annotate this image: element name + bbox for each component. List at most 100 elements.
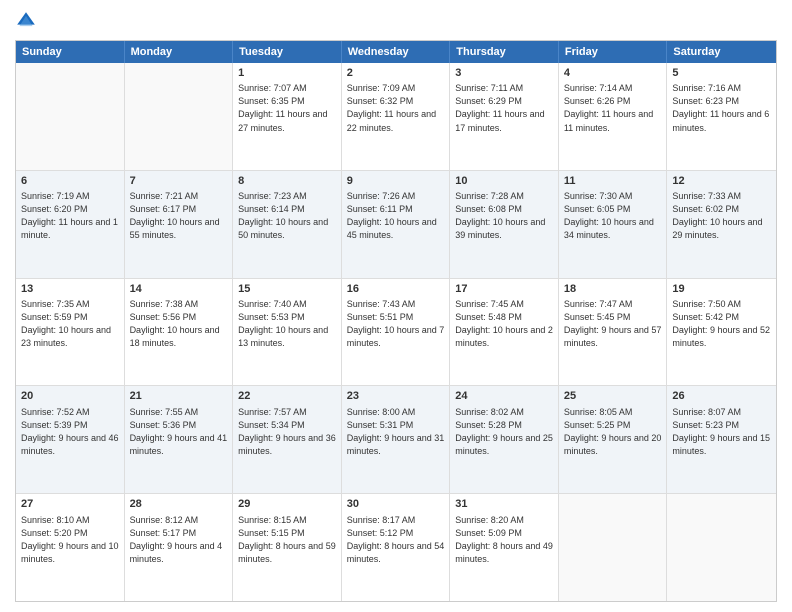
day-number: 25 — [564, 389, 662, 404]
calendar-cell: 16Sunrise: 7:43 AM Sunset: 5:51 PM Dayli… — [342, 279, 451, 386]
day-number: 13 — [21, 282, 119, 297]
cell-info: Sunrise: 7:35 AM Sunset: 5:59 PM Dayligh… — [21, 298, 119, 350]
header-day-monday: Monday — [125, 41, 234, 63]
day-number: 8 — [238, 174, 336, 189]
header-day-tuesday: Tuesday — [233, 41, 342, 63]
day-number: 6 — [21, 174, 119, 189]
day-number: 26 — [672, 389, 771, 404]
day-number: 1 — [238, 66, 336, 81]
cell-info: Sunrise: 8:05 AM Sunset: 5:25 PM Dayligh… — [564, 406, 662, 458]
calendar-cell: 26 Sunrise: 8:07 AM Sunset: 5:23 PM Dayli… — [667, 386, 776, 493]
calendar-cell: 1Sunrise: 7:07 AM Sunset: 6:35 PM Daylig… — [233, 63, 342, 170]
calendar-cell: 22 Sunrise: 7:57 AM Sunset: 5:34 PM Dayli… — [233, 386, 342, 493]
day-number: 18 — [564, 282, 662, 297]
calendar-body: 1Sunrise: 7:07 AM Sunset: 6:35 PM Daylig… — [16, 63, 776, 601]
day-number: 11 — [564, 174, 662, 189]
calendar-cell: 15Sunrise: 7:40 AM Sunset: 5:53 PM Dayli… — [233, 279, 342, 386]
day-number: 24 — [455, 389, 553, 404]
calendar-cell: 6Sunrise: 7:19 AM Sunset: 6:20 PM Daylig… — [16, 171, 125, 278]
cell-info: Sunrise: 7:28 AM Sunset: 6:08 PM Dayligh… — [455, 190, 553, 242]
day-number: 3 — [455, 66, 553, 81]
calendar-week-4: 20 Sunrise: 7:52 AM Sunset: 5:39 PM Dayli… — [16, 386, 776, 494]
calendar-cell: 17Sunrise: 7:45 AM Sunset: 5:48 PM Dayli… — [450, 279, 559, 386]
calendar-cell: 12Sunrise: 7:33 AM Sunset: 6:02 PM Dayli… — [667, 171, 776, 278]
cell-info: Sunrise: 7:45 AM Sunset: 5:48 PM Dayligh… — [455, 298, 553, 350]
day-number: 20 — [21, 389, 119, 404]
calendar-cell: 31 Sunrise: 8:20 AM Sunset: 5:09 PM Dayli… — [450, 494, 559, 601]
calendar-cell — [16, 63, 125, 170]
calendar-page: SundayMondayTuesdayWednesdayThursdayFrid… — [0, 0, 792, 612]
cell-info: Sunrise: 7:47 AM Sunset: 5:45 PM Dayligh… — [564, 298, 662, 350]
cell-info: Sunrise: 7:11 AM Sunset: 6:29 PM Dayligh… — [455, 82, 553, 134]
calendar-cell: 13Sunrise: 7:35 AM Sunset: 5:59 PM Dayli… — [16, 279, 125, 386]
cell-info: Sunrise: 8:12 AM Sunset: 5:17 PM Dayligh… — [130, 514, 228, 566]
calendar-cell: 4Sunrise: 7:14 AM Sunset: 6:26 PM Daylig… — [559, 63, 668, 170]
cell-info: Sunrise: 7:21 AM Sunset: 6:17 PM Dayligh… — [130, 190, 228, 242]
day-number: 17 — [455, 282, 553, 297]
cell-info: Sunrise: 8:00 AM Sunset: 5:31 PM Dayligh… — [347, 406, 445, 458]
calendar-week-5: 27 Sunrise: 8:10 AM Sunset: 5:20 PM Dayli… — [16, 494, 776, 601]
calendar-cell: 20 Sunrise: 7:52 AM Sunset: 5:39 PM Dayli… — [16, 386, 125, 493]
logo — [15, 10, 41, 32]
day-number: 15 — [238, 282, 336, 297]
cell-info: Sunrise: 7:33 AM Sunset: 6:02 PM Dayligh… — [672, 190, 771, 242]
cell-info: Sunrise: 7:26 AM Sunset: 6:11 PM Dayligh… — [347, 190, 445, 242]
day-number: 22 — [238, 389, 336, 404]
cell-info: Sunrise: 7:55 AM Sunset: 5:36 PM Dayligh… — [130, 406, 228, 458]
cell-info: Sunrise: 7:30 AM Sunset: 6:05 PM Dayligh… — [564, 190, 662, 242]
calendar-cell: 8Sunrise: 7:23 AM Sunset: 6:14 PM Daylig… — [233, 171, 342, 278]
cell-info: Sunrise: 7:09 AM Sunset: 6:32 PM Dayligh… — [347, 82, 445, 134]
cell-info: Sunrise: 7:50 AM Sunset: 5:42 PM Dayligh… — [672, 298, 771, 350]
cell-info: Sunrise: 8:02 AM Sunset: 5:28 PM Dayligh… — [455, 406, 553, 458]
day-number: 16 — [347, 282, 445, 297]
cell-info: Sunrise: 7:52 AM Sunset: 5:39 PM Dayligh… — [21, 406, 119, 458]
day-number: 14 — [130, 282, 228, 297]
cell-info: Sunrise: 7:23 AM Sunset: 6:14 PM Dayligh… — [238, 190, 336, 242]
cell-info: Sunrise: 8:07 AM Sunset: 5:23 PM Dayligh… — [672, 406, 771, 458]
cell-info: Sunrise: 8:20 AM Sunset: 5:09 PM Dayligh… — [455, 514, 553, 566]
cell-info: Sunrise: 8:10 AM Sunset: 5:20 PM Dayligh… — [21, 514, 119, 566]
calendar-cell: 18Sunrise: 7:47 AM Sunset: 5:45 PM Dayli… — [559, 279, 668, 386]
cell-info: Sunrise: 7:38 AM Sunset: 5:56 PM Dayligh… — [130, 298, 228, 350]
cell-info: Sunrise: 7:57 AM Sunset: 5:34 PM Dayligh… — [238, 406, 336, 458]
cell-info: Sunrise: 8:17 AM Sunset: 5:12 PM Dayligh… — [347, 514, 445, 566]
cell-info: Sunrise: 7:43 AM Sunset: 5:51 PM Dayligh… — [347, 298, 445, 350]
day-number: 31 — [455, 497, 553, 512]
day-number: 10 — [455, 174, 553, 189]
day-number: 28 — [130, 497, 228, 512]
calendar-cell: 5Sunrise: 7:16 AM Sunset: 6:23 PM Daylig… — [667, 63, 776, 170]
calendar-cell — [125, 63, 234, 170]
calendar-cell: 10Sunrise: 7:28 AM Sunset: 6:08 PM Dayli… — [450, 171, 559, 278]
day-number: 27 — [21, 497, 119, 512]
header-day-wednesday: Wednesday — [342, 41, 451, 63]
calendar-cell: 7Sunrise: 7:21 AM Sunset: 6:17 PM Daylig… — [125, 171, 234, 278]
calendar-cell: 28 Sunrise: 8:12 AM Sunset: 5:17 PM Dayli… — [125, 494, 234, 601]
cell-info: Sunrise: 8:15 AM Sunset: 5:15 PM Dayligh… — [238, 514, 336, 566]
header-day-sunday: Sunday — [16, 41, 125, 63]
cell-info: Sunrise: 7:19 AM Sunset: 6:20 PM Dayligh… — [21, 190, 119, 242]
day-number: 12 — [672, 174, 771, 189]
calendar-cell: 30Sunrise: 8:17 AM Sunset: 5:12 PM Dayli… — [342, 494, 451, 601]
calendar-week-2: 6Sunrise: 7:19 AM Sunset: 6:20 PM Daylig… — [16, 171, 776, 279]
calendar-cell: 3Sunrise: 7:11 AM Sunset: 6:29 PM Daylig… — [450, 63, 559, 170]
header-day-saturday: Saturday — [667, 41, 776, 63]
calendar-cell: 19Sunrise: 7:50 AM Sunset: 5:42 PM Dayli… — [667, 279, 776, 386]
calendar-cell: 25 Sunrise: 8:05 AM Sunset: 5:25 PM Dayli… — [559, 386, 668, 493]
day-number: 21 — [130, 389, 228, 404]
calendar-cell: 27 Sunrise: 8:10 AM Sunset: 5:20 PM Dayli… — [16, 494, 125, 601]
header-day-thursday: Thursday — [450, 41, 559, 63]
day-number: 2 — [347, 66, 445, 81]
calendar-week-3: 13Sunrise: 7:35 AM Sunset: 5:59 PM Dayli… — [16, 279, 776, 387]
day-number: 29 — [238, 497, 336, 512]
day-number: 5 — [672, 66, 771, 81]
calendar-header-row: SundayMondayTuesdayWednesdayThursdayFrid… — [16, 41, 776, 63]
calendar-cell: 23Sunrise: 8:00 AM Sunset: 5:31 PM Dayli… — [342, 386, 451, 493]
calendar-cell: 11Sunrise: 7:30 AM Sunset: 6:05 PM Dayli… — [559, 171, 668, 278]
day-number: 9 — [347, 174, 445, 189]
cell-info: Sunrise: 7:07 AM Sunset: 6:35 PM Dayligh… — [238, 82, 336, 134]
day-number: 19 — [672, 282, 771, 297]
calendar-cell: 2Sunrise: 7:09 AM Sunset: 6:32 PM Daylig… — [342, 63, 451, 170]
cell-info: Sunrise: 7:14 AM Sunset: 6:26 PM Dayligh… — [564, 82, 662, 134]
calendar-cell: 9Sunrise: 7:26 AM Sunset: 6:11 PM Daylig… — [342, 171, 451, 278]
calendar-cell: 14Sunrise: 7:38 AM Sunset: 5:56 PM Dayli… — [125, 279, 234, 386]
